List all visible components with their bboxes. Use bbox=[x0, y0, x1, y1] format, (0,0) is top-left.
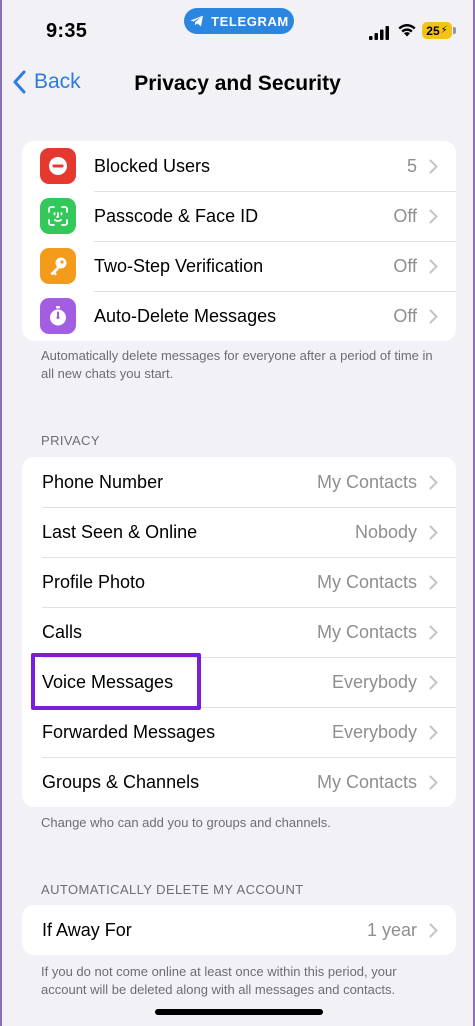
telegram-pill[interactable]: TELEGRAM bbox=[184, 8, 294, 34]
account-group: If Away For 1 year bbox=[22, 905, 456, 955]
cellular-signal-icon bbox=[369, 26, 389, 40]
row-label: Groups & Channels bbox=[42, 771, 200, 792]
row-if-away-for[interactable]: If Away For 1 year bbox=[22, 905, 456, 955]
telegram-pill-label: TELEGRAM bbox=[211, 13, 289, 29]
chevron-right-icon bbox=[429, 923, 438, 937]
chevron-right-icon bbox=[429, 575, 438, 589]
row-value: Everybody bbox=[331, 671, 417, 692]
row-value: Nobody bbox=[354, 521, 417, 542]
row-groups-channels[interactable]: Groups & Channels My Contacts bbox=[22, 757, 456, 807]
face-id-icon bbox=[40, 198, 76, 234]
battery-level: 25 bbox=[426, 23, 440, 38]
telegram-plane-icon bbox=[190, 15, 204, 27]
status-bar: 9:35 TELEGRAM 25 ⚡ bbox=[2, 0, 473, 60]
page-title: Privacy and Security bbox=[134, 72, 341, 95]
row-two-step-verification[interactable]: Two-Step Verification Off bbox=[22, 241, 456, 291]
row-label: If Away For bbox=[42, 919, 132, 940]
wifi-icon bbox=[398, 24, 416, 37]
row-label: Profile Photo bbox=[42, 571, 146, 592]
row-value: My Contacts bbox=[316, 621, 417, 642]
row-phone-number[interactable]: Phone Number My Contacts bbox=[22, 457, 456, 507]
chevron-right-icon bbox=[429, 725, 438, 739]
row-blocked-users[interactable]: Blocked Users 5 bbox=[22, 141, 456, 191]
row-value: 5 bbox=[406, 155, 417, 176]
key-icon bbox=[40, 248, 76, 284]
chevron-right-icon bbox=[429, 525, 438, 539]
status-time: 9:35 bbox=[46, 20, 88, 42]
battery-tip bbox=[453, 27, 456, 34]
row-value: My Contacts bbox=[316, 771, 417, 792]
navigation-bar: Back Privacy and Security bbox=[2, 60, 473, 110]
security-group: Blocked Users 5 Passcode & Face ID Off T… bbox=[22, 141, 456, 341]
chevron-right-icon bbox=[429, 675, 438, 689]
row-value: Off bbox=[393, 205, 417, 226]
blocked-icon bbox=[40, 148, 76, 184]
row-auto-delete-messages[interactable]: Auto-Delete Messages Off bbox=[22, 291, 456, 341]
row-last-seen-online[interactable]: Last Seen & Online Nobody bbox=[22, 507, 456, 557]
home-indicator[interactable] bbox=[155, 1009, 323, 1015]
auto-delete-footer: Automatically delete messages for everyo… bbox=[41, 348, 433, 381]
row-value: My Contacts bbox=[316, 471, 417, 492]
chevron-right-icon bbox=[429, 625, 438, 639]
row-label: Two-Step Verification bbox=[94, 255, 264, 276]
chevron-right-icon bbox=[429, 775, 438, 789]
battery-icon: 25 ⚡ bbox=[422, 22, 452, 39]
row-voice-messages[interactable]: Voice Messages Everybody bbox=[22, 657, 456, 707]
row-label: Auto-Delete Messages bbox=[94, 305, 277, 326]
row-label: Calls bbox=[42, 621, 83, 642]
row-value: Everybody bbox=[331, 721, 417, 742]
account-footer: If you do not come online at least once … bbox=[41, 964, 397, 997]
row-forwarded-messages[interactable]: Forwarded Messages Everybody bbox=[22, 707, 456, 757]
row-label: Forwarded Messages bbox=[42, 721, 216, 742]
groups-footer: Change who can add you to groups and cha… bbox=[41, 815, 331, 830]
timer-icon bbox=[40, 298, 76, 334]
row-profile-photo[interactable]: Profile Photo My Contacts bbox=[22, 557, 456, 607]
row-label: Last Seen & Online bbox=[42, 521, 198, 542]
chevron-right-icon bbox=[429, 475, 438, 489]
charging-bolt-icon: ⚡ bbox=[440, 25, 448, 36]
chevron-right-icon bbox=[429, 159, 438, 173]
row-calls[interactable]: Calls My Contacts bbox=[22, 607, 456, 657]
row-value: My Contacts bbox=[316, 571, 417, 592]
row-label: Voice Messages bbox=[42, 671, 174, 692]
row-value: Off bbox=[393, 305, 417, 326]
privacy-group: Phone Number My Contacts Last Seen & Onl… bbox=[22, 457, 456, 807]
row-value: 1 year bbox=[366, 919, 417, 940]
row-passcode-face-id[interactable]: Passcode & Face ID Off bbox=[22, 191, 456, 241]
chevron-right-icon bbox=[429, 209, 438, 223]
row-value: Off bbox=[393, 255, 417, 276]
chevron-right-icon bbox=[429, 309, 438, 323]
privacy-section-header: PRIVACY bbox=[41, 433, 100, 448]
chevron-right-icon bbox=[429, 259, 438, 273]
row-label: Passcode & Face ID bbox=[94, 205, 259, 226]
account-section-header: AUTOMATICALLY DELETE MY ACCOUNT bbox=[41, 882, 304, 897]
row-label: Blocked Users bbox=[94, 155, 211, 176]
row-label: Phone Number bbox=[42, 471, 164, 492]
